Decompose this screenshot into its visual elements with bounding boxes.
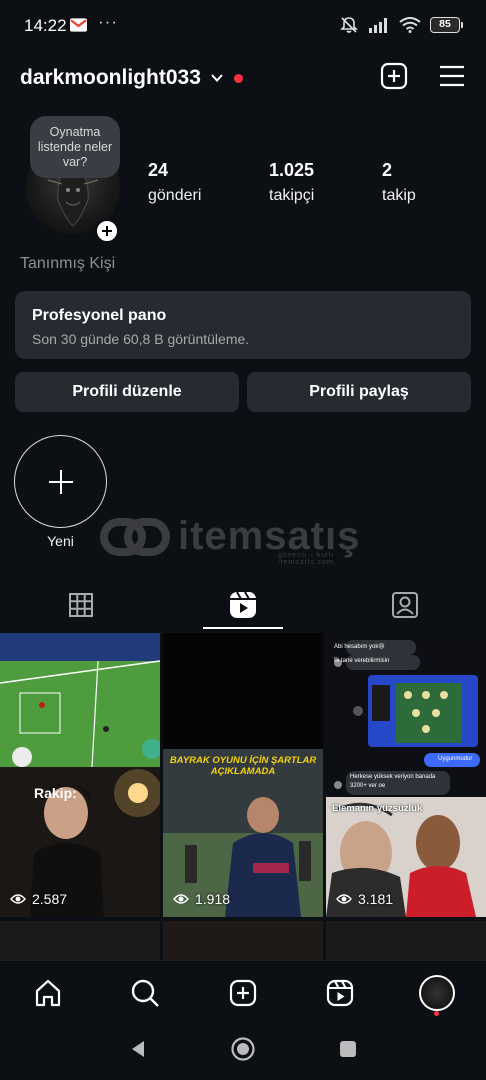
active-tab-indicator: [203, 627, 283, 629]
back-icon[interactable]: [128, 1039, 148, 1059]
reels-icon: [326, 979, 354, 1007]
reel-caption: BAYRAK OYUNU İÇİN ŞARTLAR AÇIKLAMADA: [169, 755, 317, 777]
reel-views: 1.918: [173, 891, 230, 907]
create-icon: [229, 979, 257, 1007]
mute-icon: [340, 17, 358, 33]
home-circle-icon[interactable]: [230, 1036, 256, 1062]
recents-icon[interactable]: [339, 1040, 357, 1058]
menu-icon[interactable]: [438, 62, 466, 90]
search-icon: [131, 979, 159, 1007]
tab-reels[interactable]: [162, 580, 324, 630]
stat-value: 24: [148, 160, 169, 180]
nav-create[interactable]: [223, 975, 263, 1011]
chat-message: Herkese yüksek veriyon banada 3200+ ver …: [350, 774, 436, 789]
stat-label: gönderi: [148, 187, 202, 204]
nav-home[interactable]: [28, 975, 68, 1011]
chat-message: Bi tane verebilirmisin: [334, 658, 390, 664]
profile-tabs: [0, 580, 486, 630]
edit-profile-button[interactable]: Profili düzenle: [15, 372, 239, 412]
nav-search[interactable]: [125, 975, 165, 1011]
reel-caption: Elemanın yüzsüzlük: [332, 803, 423, 814]
profile-header: darkmoonlight033: [20, 60, 466, 96]
profile-avatar-icon: [419, 975, 455, 1011]
stat-posts[interactable]: 24 gönderi: [148, 160, 201, 205]
profile-category: Tanınmış Kişi: [20, 255, 116, 272]
view-count: 1.918: [195, 891, 231, 907]
reel-thumbnail[interactable]: [326, 921, 486, 961]
eye-icon: [173, 894, 189, 904]
stat-label: takip: [382, 187, 416, 204]
reel-views: 3.181: [336, 891, 393, 907]
bottom-navigation: [0, 960, 486, 1024]
reel-caption: Rakip:: [34, 785, 77, 801]
chat-message: Uygunmudur: [438, 756, 473, 762]
reel-thumbnail[interactable]: [0, 921, 160, 961]
reels-icon: [230, 591, 256, 618]
reel-views: 2.587: [10, 891, 67, 907]
stat-value: 1.025: [269, 160, 315, 180]
nav-profile[interactable]: [417, 975, 457, 1011]
stat-following[interactable]: 2 takip: [382, 160, 416, 205]
new-highlight-label: Yeni: [47, 533, 74, 549]
system-navigation-bar: [0, 1024, 486, 1080]
reel-thumbnail[interactable]: Abi hesabım yok😢 Bi tane verebilirmisin …: [326, 633, 486, 917]
reel-thumbnail[interactable]: [163, 921, 323, 961]
eye-icon: [10, 894, 26, 904]
battery-indicator: 85: [430, 17, 463, 33]
watermark-tagline: güvenli · hızlı · itemsatis.com: [278, 552, 341, 566]
note-bubble[interactable]: Oynatma listende neler var?: [30, 116, 120, 178]
eye-icon: [336, 894, 352, 904]
professional-dashboard-card[interactable]: Profesyonel pano Son 30 günde 60,8 B gör…: [15, 291, 471, 359]
chat-message: Abi hesabım yok😢: [334, 644, 385, 650]
new-highlight-button[interactable]: [14, 435, 107, 528]
watermark-logo-icon: [100, 518, 170, 556]
watermark: itemsatış güvenli · hızlı · itemsatis.co…: [100, 512, 390, 566]
tab-tagged[interactable]: [324, 580, 486, 630]
status-time: 14:22: [24, 16, 67, 35]
nav-reels[interactable]: [320, 975, 360, 1011]
plus-icon: [48, 469, 73, 494]
view-count: 3.181: [358, 891, 394, 907]
dashboard-title: Profesyonel pano: [32, 307, 167, 324]
gmail-icon: [70, 18, 87, 32]
create-post-icon[interactable]: [380, 62, 408, 90]
tab-posts-grid[interactable]: [0, 580, 162, 630]
stat-value: 2: [382, 160, 393, 180]
dashboard-subtitle: Son 30 günde 60,8 B görüntüleme.: [32, 331, 250, 347]
share-profile-button[interactable]: Profili paylaş: [247, 372, 471, 412]
tagged-person-icon: [392, 592, 418, 618]
add-story-button[interactable]: [94, 218, 120, 244]
wifi-icon: [399, 17, 421, 33]
stat-label: takipçi: [269, 187, 315, 204]
grid-icon: [69, 593, 93, 617]
status-bar: 14:22 ··· 85: [0, 0, 486, 52]
profile-notification-dot: [434, 1011, 439, 1016]
more-notifications-icon: ···: [98, 12, 118, 31]
username-switcher[interactable]: darkmoonlight033: [20, 66, 201, 90]
view-count: 2.587: [32, 891, 68, 907]
stat-followers[interactable]: 1.025 takipçi: [269, 160, 314, 205]
reel-1-image: [0, 633, 160, 917]
home-icon: [35, 979, 61, 1007]
notification-dot: [233, 73, 243, 83]
chevron-down-icon[interactable]: [210, 71, 224, 85]
reel-thumbnail[interactable]: BAYRAK OYUNU İÇİN ŞARTLAR AÇIKLAMADA 1.9…: [163, 633, 323, 917]
signal-icon: [369, 18, 387, 33]
reel-thumbnail[interactable]: Rakip: 2.587: [0, 633, 160, 917]
plus-icon: [102, 226, 112, 236]
